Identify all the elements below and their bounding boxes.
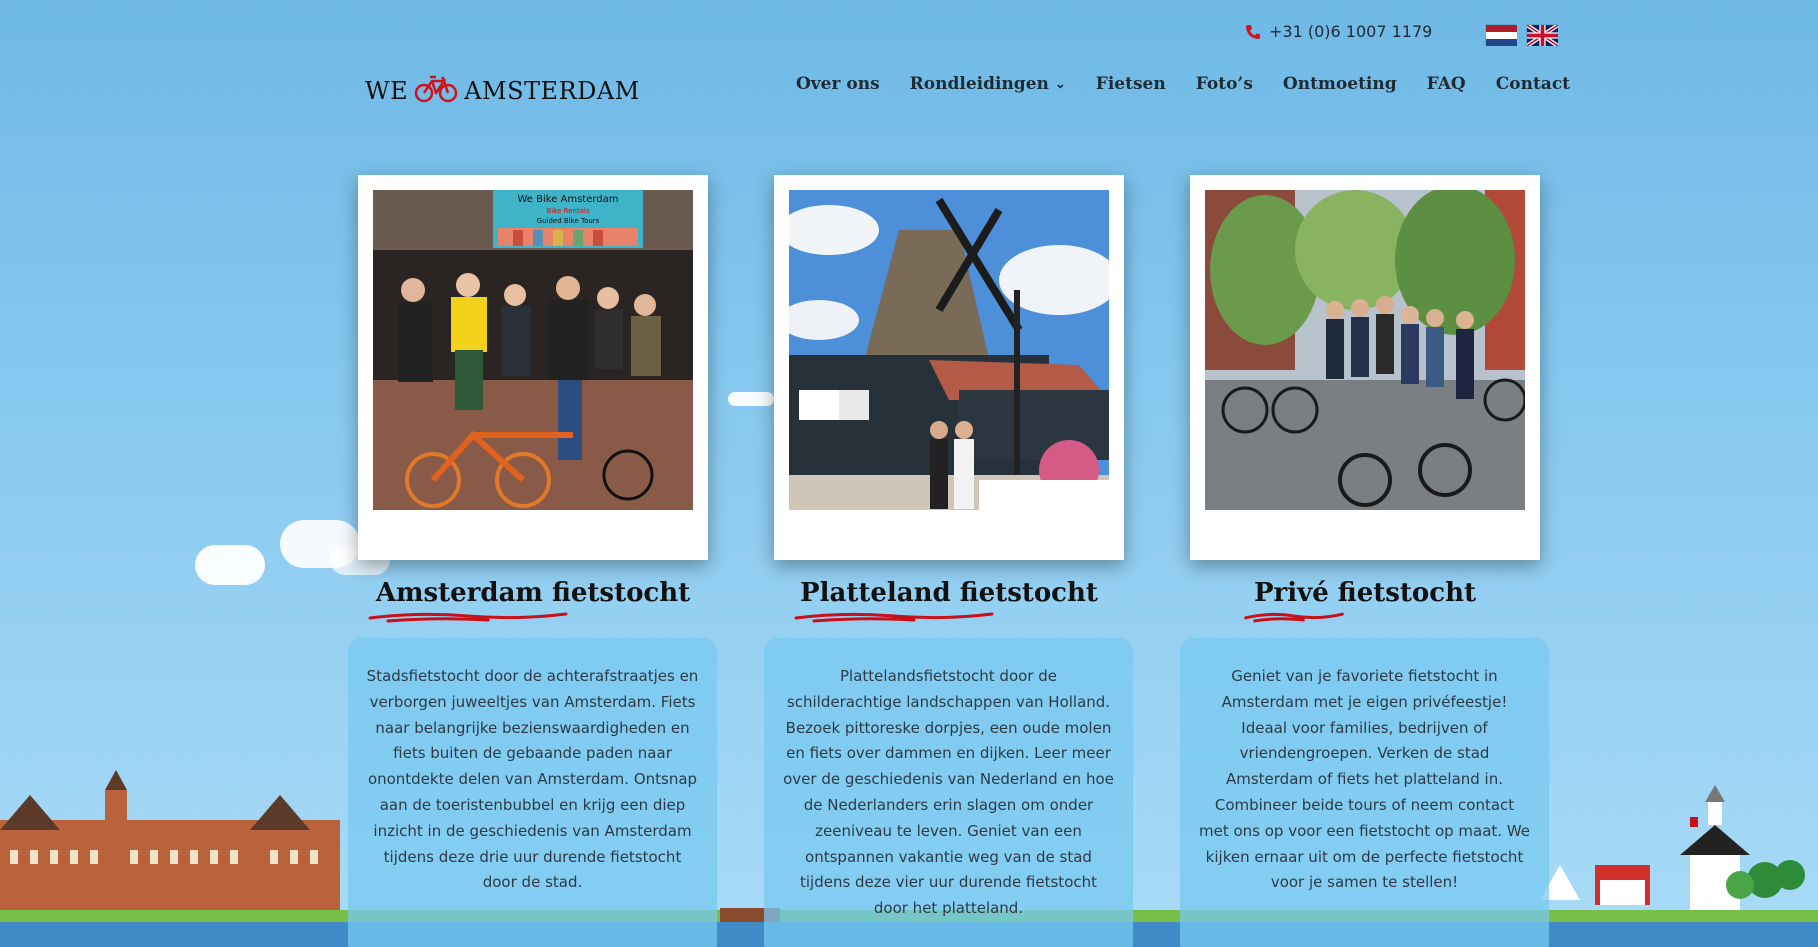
dutch-flag-icon[interactable] bbox=[1485, 24, 1517, 46]
tour-description-panel: Geniet van je favoriete fietstocht in Am… bbox=[1180, 638, 1549, 947]
title-underline bbox=[1244, 612, 1344, 623]
tour-photo-prive bbox=[1205, 190, 1525, 510]
tour-title-amsterdam[interactable]: Amsterdam fietstocht bbox=[323, 578, 743, 608]
tour-photo-platteland bbox=[789, 190, 1109, 510]
tour-title-platteland[interactable]: Platteland fietstocht bbox=[739, 578, 1159, 608]
nav-label: Over ons bbox=[796, 74, 880, 94]
tour-description-amsterdam: Stadsfietstocht door de achterafstraatje… bbox=[366, 667, 699, 892]
nav-label: Foto’s bbox=[1195, 74, 1253, 94]
nav-fotos[interactable]: Foto’s bbox=[1196, 74, 1253, 94]
title-underline bbox=[368, 612, 568, 623]
tour-description-panel: Plattelandsfietstocht door de schilderac… bbox=[764, 638, 1133, 947]
language-switcher bbox=[1485, 23, 1560, 48]
nav-faq[interactable]: FAQ bbox=[1427, 74, 1466, 94]
banner-line3: Guided Bike Tours bbox=[537, 217, 600, 225]
nav-rondleidingen[interactable]: Rondleidingen ⌄ bbox=[910, 74, 1066, 94]
bicycle-icon bbox=[414, 72, 458, 110]
tour-description-panel: Stadsfietstocht door de achterafstraatje… bbox=[348, 638, 717, 947]
nav-fietsen[interactable]: Fietsen bbox=[1096, 74, 1166, 94]
main-nav: Over ons Rondleidingen ⌄ Fietsen Foto’s O… bbox=[796, 74, 1570, 94]
phone-icon bbox=[1245, 24, 1261, 40]
banner-line2: Bike Rentals bbox=[546, 207, 589, 215]
uk-flag-icon[interactable] bbox=[1525, 23, 1560, 48]
phone-number[interactable]: +31 (0)6 1007 1179 bbox=[1269, 22, 1432, 41]
nav-contact[interactable]: Contact bbox=[1496, 74, 1570, 94]
tour-description-platteland: Plattelandsfietstocht door de schilderac… bbox=[783, 667, 1114, 918]
site-logo[interactable]: WE AMSTERDAM bbox=[365, 72, 640, 110]
tour-card-platteland[interactable] bbox=[774, 175, 1124, 560]
title-underline bbox=[794, 612, 994, 623]
nav-label: FAQ bbox=[1426, 74, 1466, 94]
tour-title-prive[interactable]: Privé fietstocht bbox=[1155, 578, 1575, 608]
logo-text-right: AMSTERDAM bbox=[464, 77, 640, 105]
tour-card-amsterdam[interactable]: We Bike Amsterdam Bike Rentals Guided Bi… bbox=[358, 175, 708, 560]
tour-card-prive[interactable] bbox=[1190, 175, 1540, 560]
nav-label: Rondleidingen bbox=[909, 74, 1049, 94]
tour-photo-amsterdam: We Bike Amsterdam Bike Rentals Guided Bi… bbox=[373, 190, 693, 510]
nav-over-ons[interactable]: Over ons bbox=[796, 74, 880, 94]
chevron-down-icon: ⌄ bbox=[1054, 76, 1066, 92]
nav-label: Contact bbox=[1495, 74, 1571, 94]
logo-text-left: WE bbox=[365, 77, 409, 105]
banner-title: We Bike Amsterdam bbox=[517, 194, 618, 205]
contact-bar: +31 (0)6 1007 1179 bbox=[1245, 22, 1432, 41]
tour-description-prive: Geniet van je favoriete fietstocht in Am… bbox=[1198, 667, 1531, 892]
nav-label: Ontmoeting bbox=[1282, 74, 1397, 94]
nav-label: Fietsen bbox=[1095, 74, 1166, 94]
nav-ontmoeting[interactable]: Ontmoeting bbox=[1283, 74, 1397, 94]
